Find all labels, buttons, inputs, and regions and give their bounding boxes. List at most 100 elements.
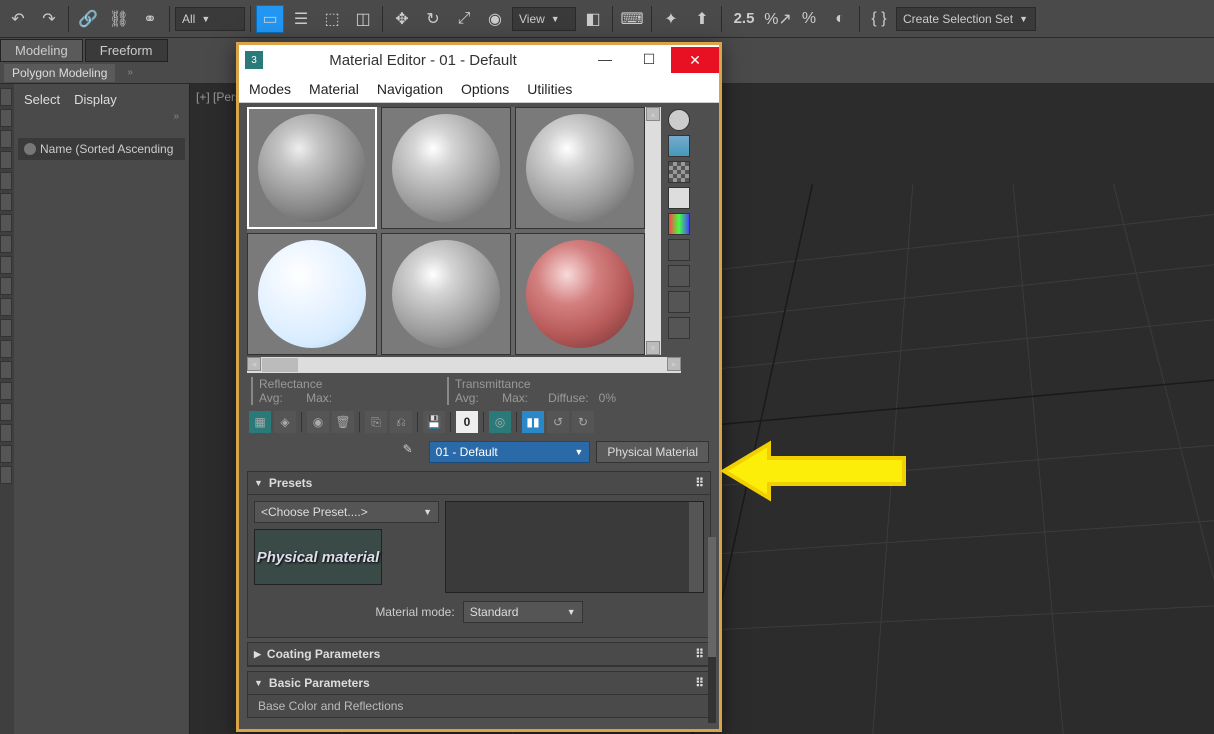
close-button[interactable]: ✕ <box>671 47 719 73</box>
filter-icon[interactable] <box>0 319 12 337</box>
go-forward-icon[interactable]: ↻ <box>572 411 594 433</box>
put-to-library-icon[interactable]: 💾 <box>423 411 445 433</box>
filter-icon[interactable] <box>0 277 12 295</box>
filter-icon[interactable] <box>0 235 12 253</box>
video-color-icon[interactable] <box>668 213 690 235</box>
make-copy-icon[interactable]: ⎘ <box>365 411 387 433</box>
menu-utilities[interactable]: Utilities <box>527 81 572 97</box>
material-type-button[interactable]: Physical Material <box>596 441 709 463</box>
material-slot-4[interactable] <box>247 233 377 355</box>
filter-dropdown[interactable]: All ▼ <box>175 7 245 31</box>
filter-icon[interactable] <box>0 424 12 442</box>
material-mode-dropdown[interactable]: Standard ▼ <box>463 601 583 623</box>
reset-map-icon[interactable]: 🗑 <box>332 411 354 433</box>
filter-icon[interactable] <box>0 298 12 316</box>
show-map-icon[interactable]: ◎ <box>489 411 511 433</box>
material-name-dropdown[interactable]: 01 - Default ▼ <box>429 441 591 463</box>
menu-material[interactable]: Material <box>309 81 359 97</box>
material-slot-2[interactable] <box>381 107 511 229</box>
drag-handle-icon[interactable]: ⠿ <box>695 676 704 690</box>
filter-icon[interactable] <box>0 256 12 274</box>
unlink-icon[interactable]: ⛓ <box>105 5 133 33</box>
link-icon[interactable]: 🔗 <box>74 5 102 33</box>
ref-dropdown[interactable]: View ▼ <box>512 7 576 31</box>
menu-navigation[interactable]: Navigation <box>377 81 443 97</box>
scroll-left-icon[interactable]: ◂ <box>247 357 261 371</box>
select-object-icon[interactable]: ▭ <box>256 5 284 33</box>
brackets-icon[interactable]: { } <box>865 5 893 33</box>
background-icon[interactable] <box>668 161 690 183</box>
filter-icon[interactable] <box>0 151 12 169</box>
collapse-icon[interactable]: » <box>18 111 185 122</box>
scene-header-row[interactable]: Name (Sorted Ascending <box>18 138 185 160</box>
filter-icon[interactable] <box>0 109 12 127</box>
drag-handle-icon[interactable]: ⠿ <box>695 476 704 490</box>
coating-header[interactable]: ▶ Coating Parameters ⠿ <box>248 643 710 666</box>
angle-snap-icon[interactable]: 2.5 <box>727 5 761 33</box>
move-icon[interactable]: ✥ <box>388 5 416 33</box>
scroll-up-icon[interactable]: ▴ <box>646 107 660 121</box>
expand-icon[interactable]: » <box>127 67 133 78</box>
preview-scrollbar[interactable] <box>689 502 703 592</box>
scroll-right-icon[interactable]: ▸ <box>667 357 681 371</box>
show-end-result-icon[interactable]: ▮▮ <box>522 411 544 433</box>
scroll-down-icon[interactable]: ▾ <box>646 341 660 355</box>
assign-to-selection-icon[interactable]: ◉ <box>307 411 329 433</box>
material-slot-6[interactable] <box>515 233 645 355</box>
polygon-modeling-group[interactable]: Polygon Modeling <box>4 64 115 82</box>
minimize-button[interactable]: — <box>583 47 627 71</box>
selection-set-dropdown[interactable]: Create Selection Set ▼ <box>896 7 1036 31</box>
snap-toggle-icon[interactable]: ✦ <box>657 5 685 33</box>
scroll-thumb[interactable] <box>708 537 716 657</box>
percent-snap-icon[interactable]: %↗ <box>764 5 792 33</box>
filter-icon[interactable] <box>0 340 12 358</box>
bind-icon[interactable]: ⚭ <box>136 5 164 33</box>
spinner-icon[interactable]: ◐ <box>826 5 854 33</box>
make-preview-icon[interactable] <box>668 239 690 261</box>
select-rect-icon[interactable]: ⬚ <box>318 5 346 33</box>
get-material-icon[interactable]: ▦ <box>249 411 271 433</box>
material-slot-5[interactable] <box>381 233 511 355</box>
menu-select[interactable]: Select <box>24 92 60 107</box>
presets-header[interactable]: ▼ Presets ⠿ <box>248 472 710 495</box>
filter-icon[interactable] <box>0 361 12 379</box>
filter-icon[interactable] <box>0 214 12 232</box>
tab-modeling[interactable]: Modeling <box>0 39 83 62</box>
menu-options[interactable]: Options <box>461 81 509 97</box>
backlight-icon[interactable] <box>668 135 690 157</box>
filter-icon[interactable] <box>0 382 12 400</box>
placement-icon[interactable]: ◉ <box>481 5 509 33</box>
make-unique-icon[interactable]: ⎌ <box>390 411 412 433</box>
filter-icon[interactable] <box>0 466 12 484</box>
sample-type-icon[interactable] <box>668 109 690 131</box>
put-to-scene-icon[interactable]: ◈ <box>274 411 296 433</box>
filter-icon[interactable] <box>0 445 12 463</box>
sample-uv-icon[interactable] <box>668 187 690 209</box>
filter-icon[interactable] <box>0 403 12 421</box>
rotate-icon[interactable]: ↻ <box>419 5 447 33</box>
go-to-parent-icon[interactable]: ↺ <box>547 411 569 433</box>
tab-freeform[interactable]: Freeform <box>85 39 168 62</box>
manip-icon[interactable]: ◧ <box>579 5 607 33</box>
pick-material-icon[interactable]: ✎ <box>403 442 423 462</box>
choose-preset-dropdown[interactable]: <Choose Preset....> ▼ <box>254 501 439 523</box>
undo-icon[interactable]: ↶ <box>4 5 32 33</box>
material-id-icon[interactable]: 0 <box>456 411 478 433</box>
material-slot-3[interactable] <box>515 107 645 229</box>
maximize-button[interactable]: ☐ <box>627 47 671 71</box>
slots-hscroll[interactable]: ◂ ▸ <box>247 357 681 373</box>
menu-display[interactable]: Display <box>74 92 117 107</box>
percent-icon[interactable]: % <box>795 5 823 33</box>
select-by-name-icon[interactable]: ☰ <box>287 5 315 33</box>
filter-icon[interactable] <box>0 193 12 211</box>
scroll-thumb[interactable] <box>262 358 298 372</box>
filter-icon[interactable] <box>0 130 12 148</box>
options-icon[interactable] <box>668 265 690 287</box>
me-titlebar[interactable]: 3 Material Editor - 01 - Default — ☐ ✕ <box>239 45 719 75</box>
drag-handle-icon[interactable]: ⠿ <box>695 647 704 661</box>
basic-header[interactable]: ▼ Basic Parameters ⠿ <box>248 672 710 695</box>
filter-icon[interactable] <box>0 172 12 190</box>
select-by-material-icon[interactable] <box>668 291 690 313</box>
redo-icon[interactable]: ↷ <box>35 5 63 33</box>
material-slot-1[interactable] <box>247 107 377 229</box>
